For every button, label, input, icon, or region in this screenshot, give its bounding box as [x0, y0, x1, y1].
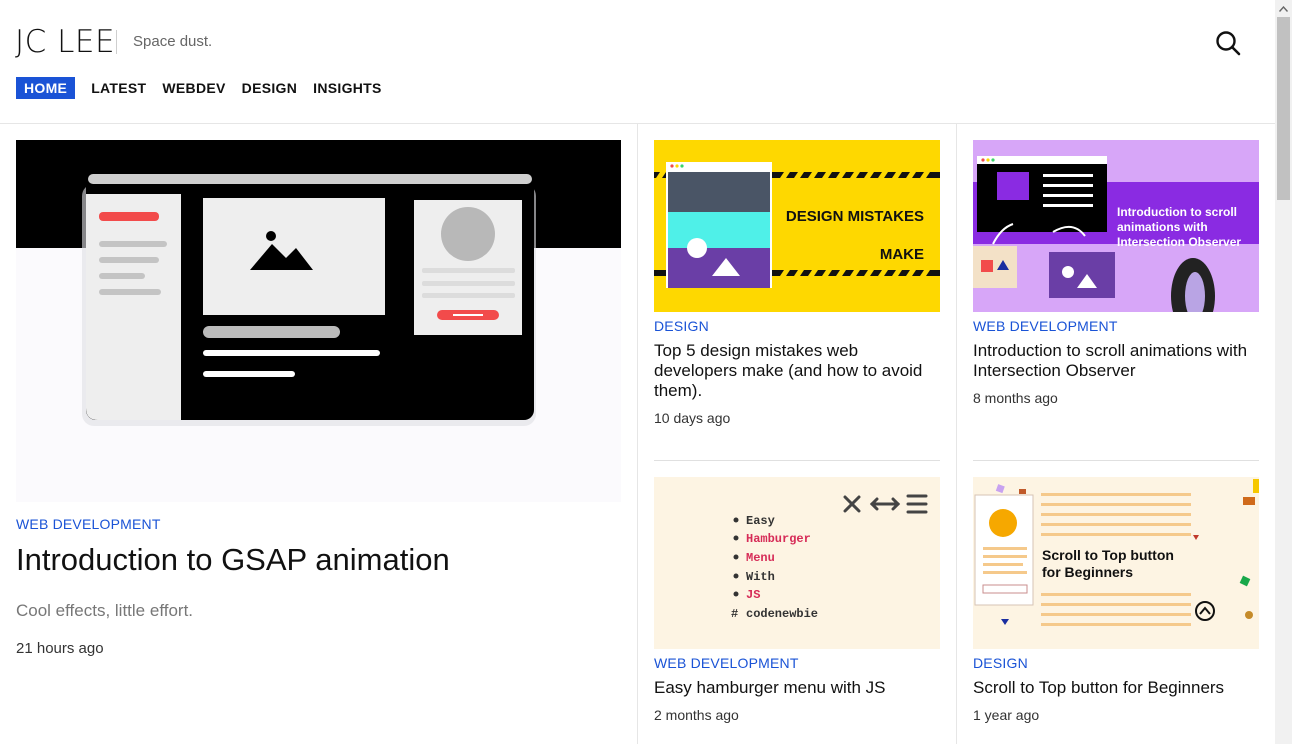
card-title[interactable]: Introduction to scroll animations with I…	[973, 341, 1259, 381]
card-timestamp: 8 months ago	[973, 390, 1058, 406]
card-separator	[973, 460, 1259, 461]
card-title[interactable]: Scroll to Top button for Beginners	[973, 678, 1259, 698]
card-category[interactable]: WEB DEVELOPMENT	[654, 655, 940, 671]
feature-title[interactable]: Introduction to GSAP animation	[16, 542, 450, 578]
scrollbar-thumb[interactable]	[1277, 17, 1290, 200]
card-timestamp: 1 year ago	[973, 707, 1040, 723]
card-title[interactable]: Easy hamburger menu with JS	[654, 678, 940, 698]
card-separator	[654, 460, 940, 461]
svg-text:Easy: Easy	[746, 514, 775, 528]
card-thumbnail[interactable]: TOP 5 DESIGN MISTAKES WEB DEVELOPERS MAK…	[654, 140, 940, 312]
column-divider	[637, 124, 638, 744]
site-tagline: Space dust.	[133, 33, 213, 50]
nav-item-home[interactable]: HOME	[16, 77, 76, 99]
svg-text:TOP 5: TOP 5	[881, 190, 924, 207]
card-timestamp: 10 days ago	[654, 410, 731, 426]
feature-subtitle: Cool effects, little effort.	[16, 601, 194, 620]
scroll-up-arrow[interactable]	[1275, 0, 1292, 17]
page-scrollbar[interactable]	[1275, 0, 1292, 744]
article-card[interactable]: Easy Hamburger Menu With JS # codenewbie…	[654, 477, 940, 723]
svg-text:MAKE: MAKE	[880, 246, 924, 263]
svg-text:JS: JS	[746, 588, 760, 602]
article-card[interactable]: Scroll to Top button for Beginners DESIG…	[973, 477, 1259, 723]
chevron-up-icon	[1279, 5, 1288, 12]
column-divider	[956, 124, 957, 744]
svg-text:Hamburger: Hamburger	[746, 532, 811, 546]
svg-text:for Beginners: for Beginners	[1042, 564, 1133, 580]
svg-text:Introduction to scroll: Introduction to scroll	[1117, 205, 1237, 219]
site-logo[interactable]: JC LEE	[15, 24, 115, 60]
feature-category[interactable]: WEB DEVELOPMENT	[16, 516, 161, 532]
feature-timestamp: 21 hours ago	[16, 640, 104, 657]
svg-text:DESIGN MISTAKES: DESIGN MISTAKES	[786, 208, 924, 225]
card-category[interactable]: DESIGN	[654, 318, 940, 334]
card-thumbnail[interactable]: Scroll to Top button for Beginners	[973, 477, 1259, 649]
logo-divider	[116, 30, 117, 54]
svg-text:Intersection Observer: Intersection Observer	[1117, 235, 1241, 249]
site-header: JC LEE Space dust. HOME LATEST WEBDEV DE…	[0, 0, 1275, 124]
svg-text:#: #	[731, 607, 738, 621]
nav-item-latest[interactable]: LATEST	[91, 77, 146, 99]
card-thumbnail[interactable]: Introduction to scroll animations with I…	[973, 140, 1259, 312]
nav-item-insights[interactable]: INSIGHTS	[313, 77, 382, 99]
main-nav: HOME LATEST WEBDEV DESIGN INSIGHTS	[16, 77, 382, 99]
card-category[interactable]: DESIGN	[973, 655, 1259, 671]
svg-text:WEB DEVELOPERS: WEB DEVELOPERS	[782, 227, 924, 244]
svg-text:animations with: animations with	[1117, 220, 1208, 234]
feature-image[interactable]	[16, 140, 621, 502]
svg-text:Menu: Menu	[746, 551, 775, 565]
svg-text:Scroll to Top button: Scroll to Top button	[1042, 547, 1174, 563]
nav-item-design[interactable]: DESIGN	[242, 77, 297, 99]
search-icon[interactable]	[1215, 30, 1241, 56]
svg-text:With: With	[746, 570, 775, 584]
card-title[interactable]: Top 5 design mistakes web developers mak…	[654, 341, 940, 401]
card-category[interactable]: WEB DEVELOPMENT	[973, 318, 1259, 334]
nav-item-webdev[interactable]: WEBDEV	[162, 77, 225, 99]
card-timestamp: 2 months ago	[654, 707, 739, 723]
svg-text:codenewbie: codenewbie	[746, 607, 818, 621]
article-card[interactable]: Introduction to scroll animations with I…	[973, 140, 1259, 406]
card-thumbnail[interactable]: Easy Hamburger Menu With JS # codenewbie	[654, 477, 940, 649]
article-card[interactable]: TOP 5 DESIGN MISTAKES WEB DEVELOPERS MAK…	[654, 140, 940, 426]
